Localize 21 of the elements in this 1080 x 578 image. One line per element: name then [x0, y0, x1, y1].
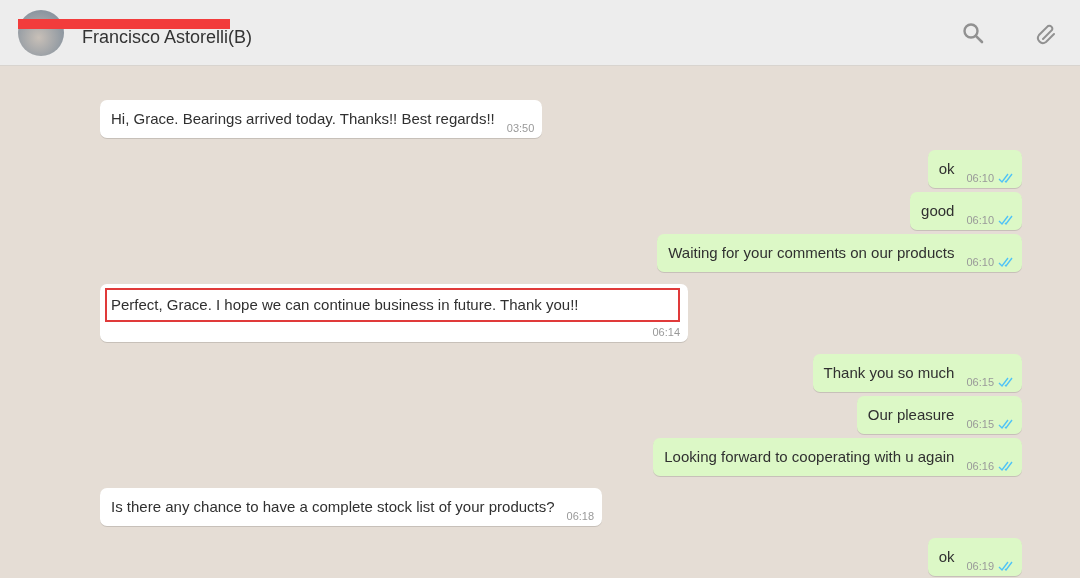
contact-name: Francisco Astorelli(B) — [82, 27, 253, 48]
message-text: ok — [938, 159, 955, 179]
message-time: 06:15 — [966, 376, 994, 388]
message-text: Is there any chance to have a complete stock list of your products? — [111, 497, 555, 517]
message-text: Perfect, Grace. I hope we can continue business in future. Thank you!! — [105, 288, 681, 322]
message-text: ok — [938, 547, 955, 567]
message-text: Hi, Grace. Bearings arrived today. Thanks!! Best regards!! — [111, 109, 495, 129]
message-time: 06:10 — [966, 214, 994, 226]
message-time: 03:50 — [506, 122, 535, 134]
message-time: 06:14 — [652, 326, 681, 338]
message-time: 06:16 — [966, 460, 994, 472]
message-text: Our pleasure — [867, 405, 955, 425]
message-text: good — [921, 201, 955, 221]
message-time: 06:10 — [966, 256, 994, 268]
message-time: 06:10 — [966, 172, 994, 184]
message-time: 06:18 — [566, 510, 595, 522]
message-time: 06:15 — [966, 418, 994, 430]
message-text: Thank you so much — [823, 363, 955, 383]
message-text: Waiting for your comments on our products — [668, 243, 955, 263]
message-text: Looking forward to cooperating with u again — [664, 447, 955, 467]
message-time: 06:19 — [966, 560, 994, 572]
